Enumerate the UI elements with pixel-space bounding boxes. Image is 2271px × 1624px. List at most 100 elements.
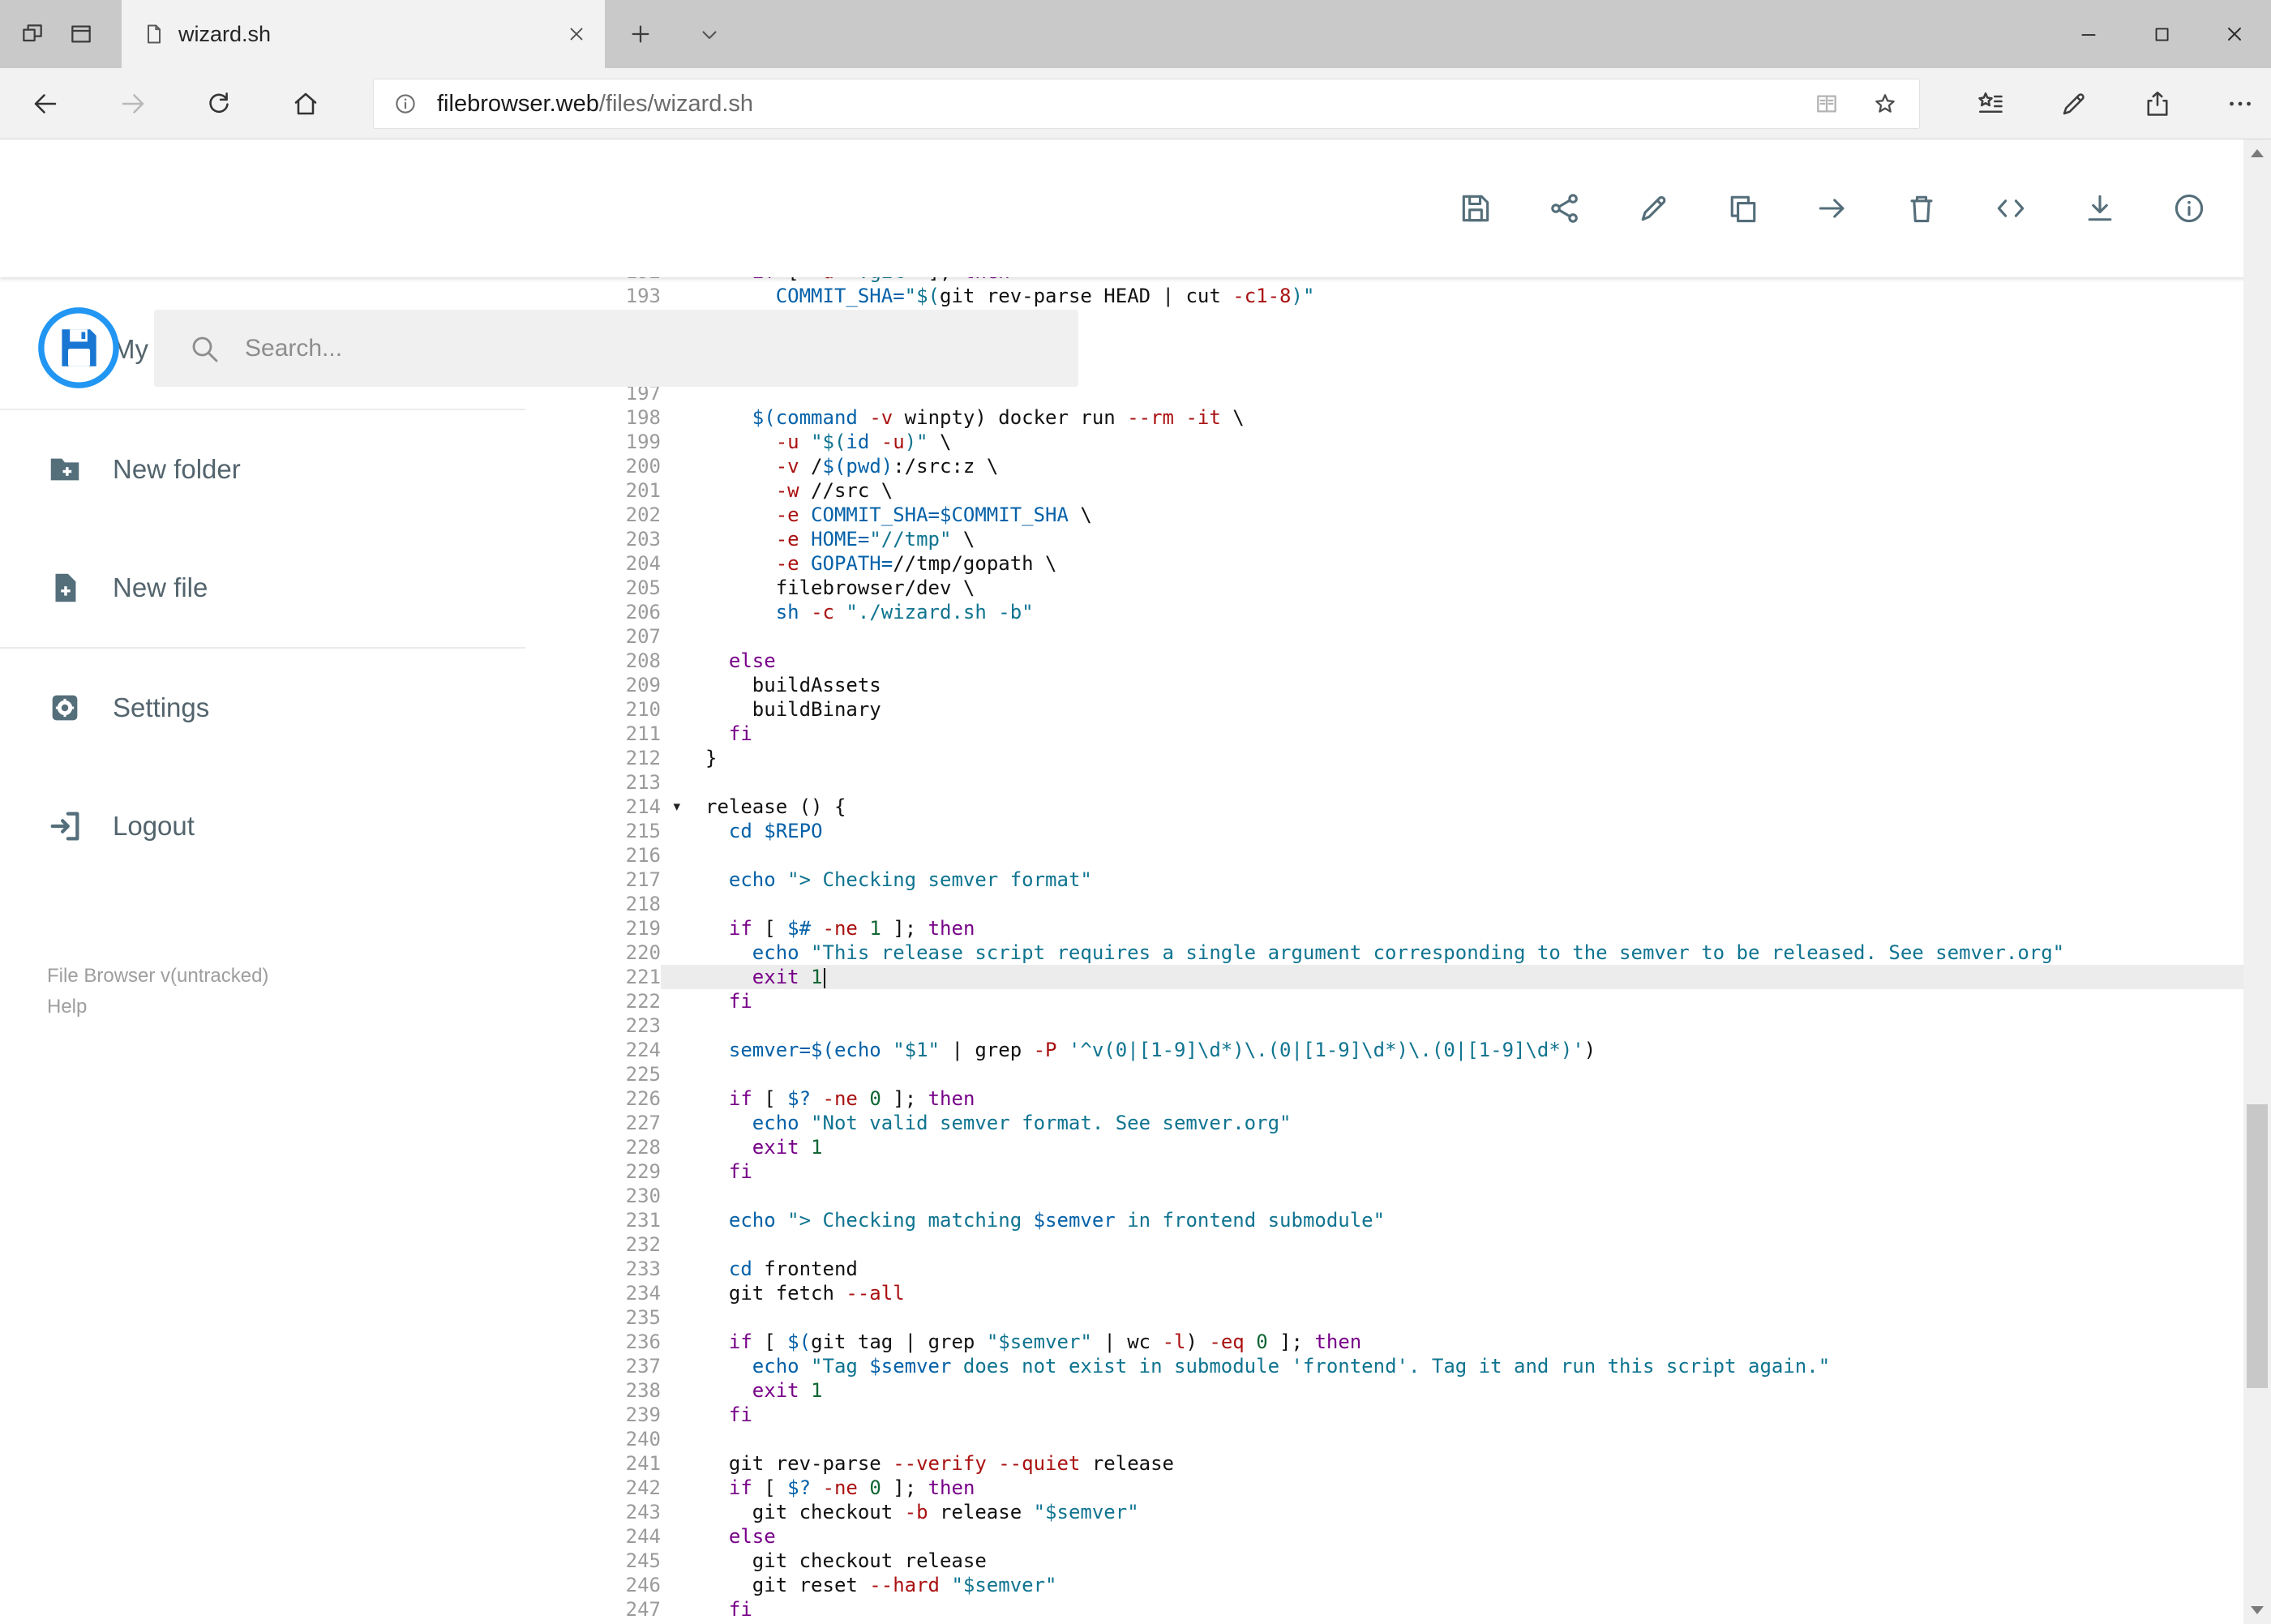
code-line[interactable]: 231 echo "> Checking matching $semver in… (584, 1208, 2271, 1232)
code-line[interactable]: 246 git reset --hard "$semver" (584, 1573, 2271, 1597)
code-line[interactable]: 240 (584, 1427, 2271, 1451)
line-number: 247 (625, 1598, 661, 1621)
code-line[interactable]: 211 fi (584, 722, 2271, 746)
tab-close-icon[interactable] (566, 24, 587, 45)
code-line[interactable]: 214 ▾ release () { (584, 795, 2271, 819)
code-line[interactable]: 229 fi (584, 1159, 2271, 1184)
code-line[interactable]: 234 git fetch --all (584, 1281, 2271, 1305)
vertical-scrollbar[interactable] (2243, 139, 2271, 1624)
code-line[interactable]: 205 filebrowser/dev \ (584, 576, 2271, 600)
code-line[interactable]: 221 exit 1 (584, 965, 2271, 989)
scroll-down-arrow-icon[interactable] (2251, 1606, 2264, 1614)
code-line[interactable]: 219 if [ $# -ne 1 ]; then (584, 916, 2271, 941)
code-line[interactable]: 193 COMMIT_SHA="$(git rev-parse HEAD | c… (584, 284, 2271, 308)
code-line[interactable]: 225 (584, 1062, 2271, 1086)
code-line[interactable]: 228 exit 1 (584, 1135, 2271, 1159)
code-line[interactable]: 216 (584, 843, 2271, 868)
code-line[interactable]: 236 if [ $(git tag | grep "$semver" | wc… (584, 1330, 2271, 1354)
refresh-button[interactable] (204, 89, 234, 118)
info-button[interactable] (2171, 191, 2207, 226)
code-line[interactable]: 201 -w //src \ (584, 478, 2271, 503)
help-link[interactable]: Help (47, 992, 584, 1022)
line-number: 223 (625, 1014, 661, 1037)
favorite-star-icon[interactable] (1872, 91, 1898, 117)
forward-button[interactable] (118, 89, 148, 118)
more-options-icon[interactable] (2226, 89, 2255, 118)
code-line[interactable]: 230 (584, 1184, 2271, 1208)
code-line[interactable]: 238 exit 1 (584, 1378, 2271, 1403)
code-line[interactable]: 224 semver=$(echo "$1" | grep -P '^v(0|[… (584, 1038, 2271, 1062)
code-line[interactable]: 241 git rev-parse --verify --quiet relea… (584, 1451, 2271, 1476)
tab-preview-chevron-icon[interactable] (685, 0, 734, 68)
code-line[interactable]: 208 else (584, 649, 2271, 673)
code-line[interactable]: 210 buildBinary (584, 697, 2271, 722)
code-line[interactable]: 203 -e HOME="//tmp" \ (584, 527, 2271, 551)
share-page-icon[interactable] (2143, 89, 2172, 118)
code-line[interactable]: 247 fi (584, 1597, 2271, 1622)
search-input[interactable] (243, 333, 1062, 363)
code-line[interactable]: 212} (584, 746, 2271, 770)
code-line[interactable]: 239 fi (584, 1403, 2271, 1427)
code-line[interactable]: 215 cd $REPO (584, 819, 2271, 843)
save-button[interactable] (1458, 191, 1493, 226)
code-line[interactable]: 223 (584, 1013, 2271, 1038)
minimize-button[interactable] (2052, 0, 2125, 68)
code-line[interactable]: 222 fi (584, 989, 2271, 1013)
raw-code-button[interactable] (1993, 191, 2029, 226)
code-line[interactable]: 237 echo "Tag $semver does not exist in … (584, 1354, 2271, 1378)
share-button[interactable] (1547, 191, 1583, 226)
line-number: 209 (625, 674, 661, 696)
sidebar-item-new-folder[interactable]: New folder (0, 410, 584, 529)
scroll-up-arrow-icon[interactable] (2251, 149, 2264, 157)
browser-tab[interactable]: wizard.sh (122, 0, 605, 68)
copy-button[interactable] (1725, 191, 1761, 226)
line-number: 211 (625, 722, 661, 745)
close-window-button[interactable] (2198, 0, 2271, 68)
code-line[interactable]: 202 -e COMMIT_SHA=$COMMIT_SHA \ (584, 503, 2271, 527)
search-box[interactable] (154, 310, 1078, 387)
code-line[interactable]: 199 -u "$(id -u)" \ (584, 430, 2271, 454)
code-line[interactable]: 242 if [ $? -ne 0 ]; then (584, 1476, 2271, 1500)
move-button[interactable] (1815, 191, 1850, 226)
code-line[interactable]: 204 -e GOPATH=//tmp/gopath \ (584, 551, 2271, 576)
code-line[interactable]: 235 (584, 1305, 2271, 1330)
code-line[interactable]: 227 echo "Not valid semver format. See s… (584, 1111, 2271, 1135)
tabs-aside-icon[interactable] (8, 0, 57, 68)
code-line[interactable]: 213 (584, 770, 2271, 795)
code-line[interactable]: 226 if [ $? -ne 0 ]; then (584, 1086, 2271, 1111)
address-bar[interactable]: filebrowser.web/files/wizard.sh (373, 79, 1920, 129)
code-editor[interactable]: 192 if [ -d ".git" ]; then193 COMMIT_SHA… (584, 277, 2271, 1624)
new-tab-button[interactable] (616, 0, 665, 68)
hub-favorites-icon[interactable] (1976, 89, 2005, 118)
line-number: 213 (625, 771, 661, 794)
code-line[interactable]: 206 sh -c "./wizard.sh -b" (584, 600, 2271, 624)
fold-arrow-icon[interactable]: ▾ (673, 795, 680, 819)
back-button[interactable] (31, 89, 60, 118)
home-button[interactable] (291, 89, 320, 118)
code-line[interactable]: 245 git checkout release (584, 1549, 2271, 1573)
sidebar-item-settings[interactable]: Settings (0, 649, 584, 767)
rename-pencil-button[interactable] (1636, 191, 1672, 226)
code-line[interactable]: 233 cd frontend (584, 1257, 2271, 1281)
maximize-button[interactable] (2125, 0, 2198, 68)
code-line[interactable]: 218 (584, 892, 2271, 916)
filebrowser-logo[interactable] (36, 306, 121, 390)
code-line[interactable]: 207 (584, 624, 2271, 649)
download-button[interactable] (2082, 191, 2118, 226)
code-line[interactable]: 198 $(command -v winpty) docker run --rm… (584, 405, 2271, 430)
code-line[interactable]: 243 git checkout -b release "$semver" (584, 1500, 2271, 1524)
tab-preview-icon[interactable] (57, 0, 105, 68)
code-line[interactable]: 192 if [ -d ".git" ]; then (584, 277, 2271, 284)
code-line[interactable]: 209 buildAssets (584, 673, 2271, 697)
sidebar-item-new-file[interactable]: New file (0, 529, 584, 647)
code-line[interactable]: 244 else (584, 1524, 2271, 1549)
code-line[interactable]: 220 echo "This release script requires a… (584, 941, 2271, 965)
code-line[interactable]: 200 -v /$(pwd):/src:z \ (584, 454, 2271, 478)
reading-view-icon[interactable] (1814, 91, 1840, 117)
code-line[interactable]: 217 echo "> Checking semver format" (584, 868, 2271, 892)
delete-button[interactable] (1904, 191, 1939, 226)
site-info-icon[interactable] (393, 92, 418, 116)
code-line[interactable]: 232 (584, 1232, 2271, 1257)
sidebar-item-logout[interactable]: Logout (0, 767, 584, 885)
scrollbar-thumb[interactable] (2247, 1104, 2268, 1388)
